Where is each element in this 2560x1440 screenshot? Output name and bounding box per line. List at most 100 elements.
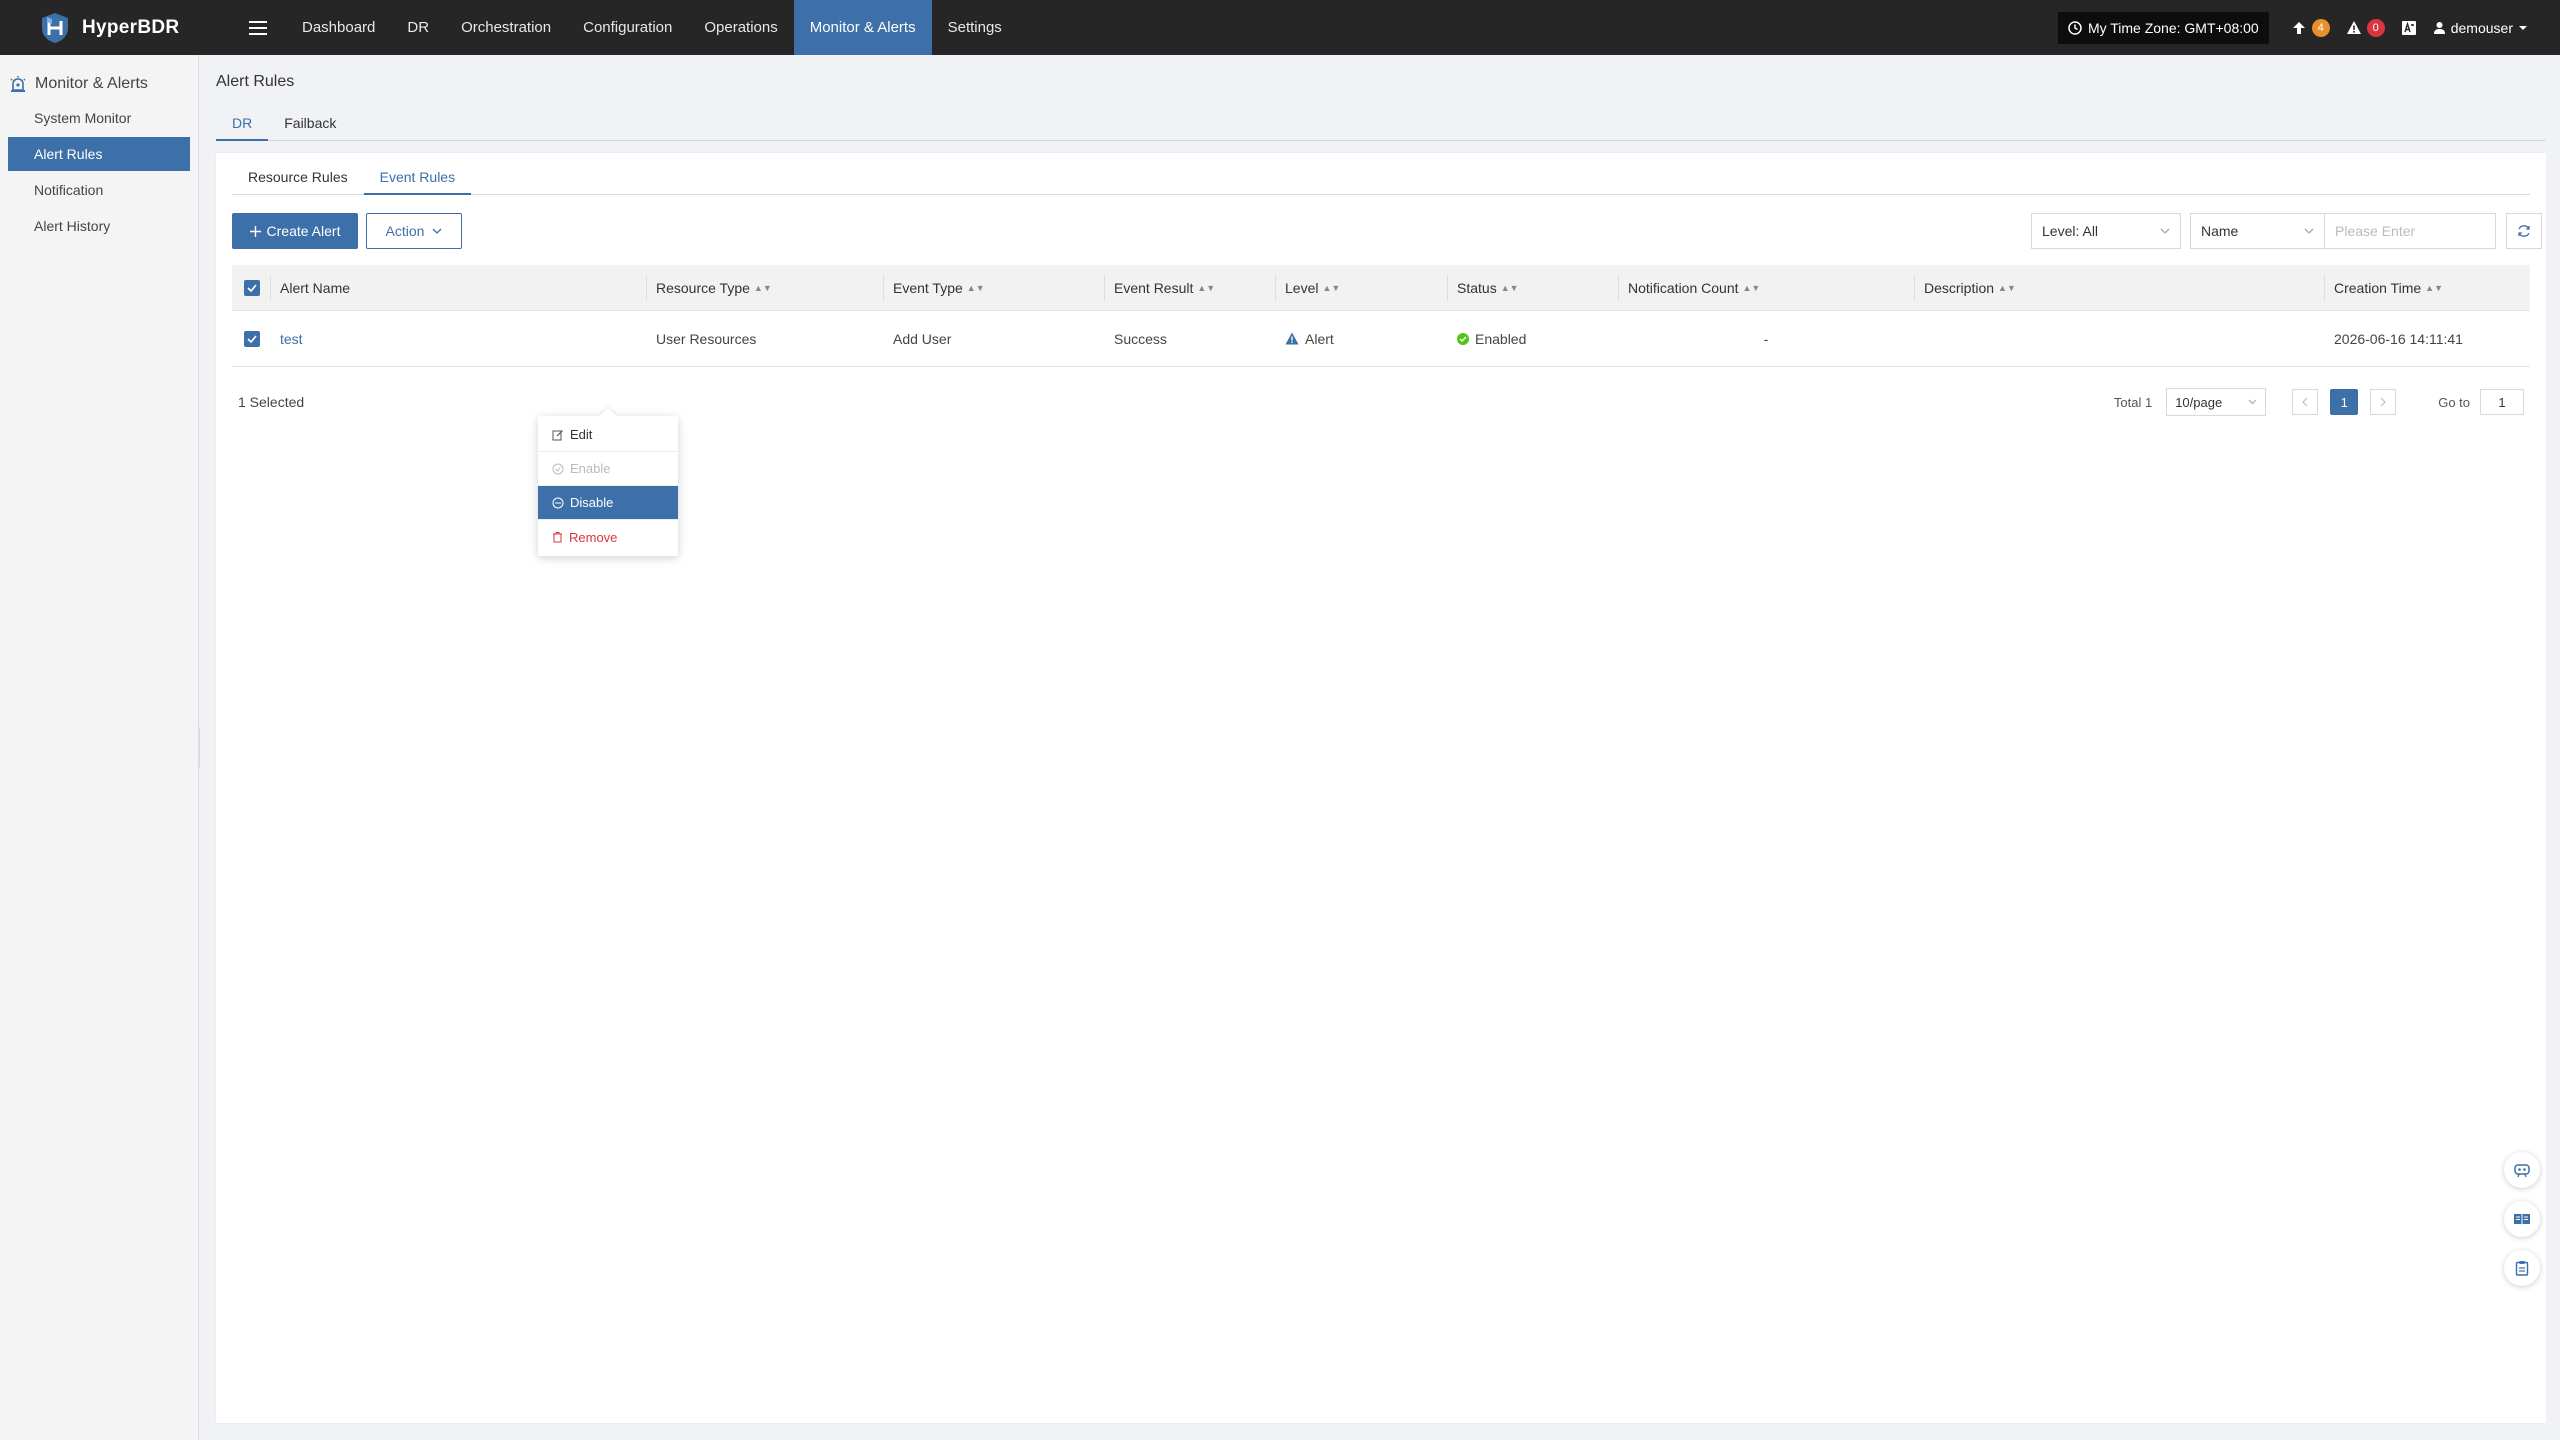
chevron-left-icon [2302,397,2308,407]
user-menu[interactable]: demouser [2433,20,2528,36]
action-menu-disable[interactable]: Disable [538,486,678,520]
checkbox-checked [244,279,260,296]
page-size-select[interactable]: 10/page [2166,388,2267,416]
upgrade-count-badge: 4 [2311,18,2330,37]
alert-triangle-icon [1285,332,1299,345]
chat-assistant-button[interactable] [2504,1152,2540,1188]
nav-settings[interactable]: Settings [932,0,1018,55]
tab-event-rules[interactable]: Event Rules [363,165,472,195]
nav-dashboard[interactable]: Dashboard [286,0,391,55]
cell-notification-count: - [1763,330,1769,347]
column-event-type[interactable]: Event Type ▲▼ [883,265,1104,310]
refresh-button[interactable] [2506,213,2542,249]
clock-icon [2068,20,2082,35]
create-alert-button[interactable]: Create Alert [232,213,358,249]
timezone-indicator[interactable]: My Time Zone: GMT+08:00 [2057,11,2269,44]
hamburger-menu-button[interactable] [230,20,286,36]
sidebar-item-alert-rules[interactable]: Alert Rules [8,137,190,171]
toolbar: Create Alert Action Level: All Name [232,213,2542,249]
nav-monitor-alerts[interactable]: Monitor & Alerts [793,0,932,55]
caret-down-icon [2519,25,2527,30]
upgrade-notifications[interactable]: 4 [2291,18,2330,37]
search-input[interactable] [2324,213,2496,249]
cell-status: Enabled [1447,311,1618,366]
checkbox-checked [244,330,260,347]
table-row[interactable]: test User Resources Add User Success Ale… [232,311,2530,367]
goto-label: Go to [2438,394,2470,410]
chevron-down-icon [2304,228,2314,234]
level-filter-select[interactable]: Level: All [2031,213,2181,249]
alert-name-link[interactable]: test [280,331,303,347]
sort-icon: ▲▼ [1500,282,1519,293]
column-level[interactable]: Level ▲▼ [1275,265,1447,310]
tab-dr[interactable]: DR [216,111,269,141]
action-dropdown-button[interactable]: Action [366,213,462,249]
row-checkbox[interactable] [232,311,270,366]
alert-notifications[interactable]: 0 [2346,18,2385,37]
sidebar-header: Monitor & Alerts [0,55,198,99]
header-actions: My Time Zone: GMT+08:00 4 0 demouser [2057,0,2544,55]
sidebar-item-system-monitor[interactable]: System Monitor [8,101,190,135]
action-menu-remove[interactable]: Remove [538,520,678,554]
cell-alert-name: test [270,311,646,366]
cell-event-type: Add User [893,330,952,347]
refresh-icon [2518,225,2530,237]
sort-icon: ▲▼ [1742,282,1761,293]
search-field-select[interactable]: Name [2190,213,2324,249]
chevron-down-icon [2160,228,2170,234]
clipboard-button[interactable] [2504,1250,2540,1286]
rules-card: Resource Rules Event Rules Create Alert … [216,153,2546,1423]
selected-count: 1 Selected [238,394,305,410]
main-nav: Dashboard DR Orchestration Configuration… [286,0,1018,55]
language-switch[interactable] [2401,20,2417,36]
shield-logo-icon [42,12,68,43]
next-page-button[interactable] [2370,389,2397,415]
sidebar-item-alert-history[interactable]: Alert History [8,209,190,243]
nav-configuration[interactable]: Configuration [567,0,688,55]
enable-icon [552,463,564,474]
cell-event-result: Success [1114,330,1167,347]
logo[interactable]: HyperBDR [0,11,230,45]
page-number-button[interactable]: 1 [2330,389,2359,415]
total-count: Total 1 [2113,394,2153,410]
column-creation-time[interactable]: Creation Time ▲▼ [2324,265,2530,310]
alert-rules-table: Alert Name Resource Type ▲▼ Event Type ▲▼ … [232,265,2530,367]
prev-page-button[interactable] [2292,389,2319,415]
alert-count-badge: 0 [2366,18,2385,37]
column-status[interactable]: Status ▲▼ [1447,265,1618,310]
translate-icon [2401,20,2416,35]
action-menu-enable[interactable]: Enable [538,452,678,486]
column-notification-count[interactable]: Notification Count ▲▼ [1618,265,1914,310]
chevron-down-icon [432,228,442,234]
sort-icon: ▲▼ [966,282,985,293]
select-all-checkbox[interactable] [232,265,270,310]
nav-orchestration[interactable]: Orchestration [445,0,567,55]
cell-creation-time: 2026-06-16 14:11:41 [2334,330,2463,347]
tab-failback[interactable]: Failback [268,111,352,141]
sort-icon: ▲▼ [1197,282,1216,293]
create-alert-label: Create Alert [266,223,341,239]
column-event-result[interactable]: Event Result ▲▼ [1104,265,1275,310]
action-menu-edit[interactable]: Edit [538,418,678,452]
nav-operations[interactable]: Operations [688,0,793,55]
alarm-icon [10,76,26,92]
sidebar-item-notification[interactable]: Notification [8,173,190,207]
cell-resource-type: User Resources [656,330,757,347]
action-label: Action [385,223,425,239]
goto-page-input[interactable] [2480,389,2524,415]
nav-dr[interactable]: DR [391,0,445,55]
column-resource-type[interactable]: Resource Type ▲▼ [646,265,883,310]
book-icon [2514,1214,2530,1225]
documentation-button[interactable] [2504,1201,2540,1237]
table-header: Alert Name Resource Type ▲▼ Event Type ▲▼ … [232,265,2530,311]
column-alert-name[interactable]: Alert Name [270,265,646,310]
column-description[interactable]: Description ▲▼ [1914,265,2324,310]
pagination: Total 1 10/page 1 Go to [2114,387,2524,417]
clipboard-icon [2515,1261,2529,1276]
top-navbar: HyperBDR Dashboard DR Orchestration Conf… [0,0,2560,55]
timezone-text: My Time Zone: GMT+08:00 [2087,19,2259,36]
level-text: Alert [1305,330,1334,347]
rule-type-tabs: Resource Rules Event Rules [232,165,2530,195]
tab-resource-rules[interactable]: Resource Rules [232,165,364,195]
cell-description [1914,311,2324,366]
